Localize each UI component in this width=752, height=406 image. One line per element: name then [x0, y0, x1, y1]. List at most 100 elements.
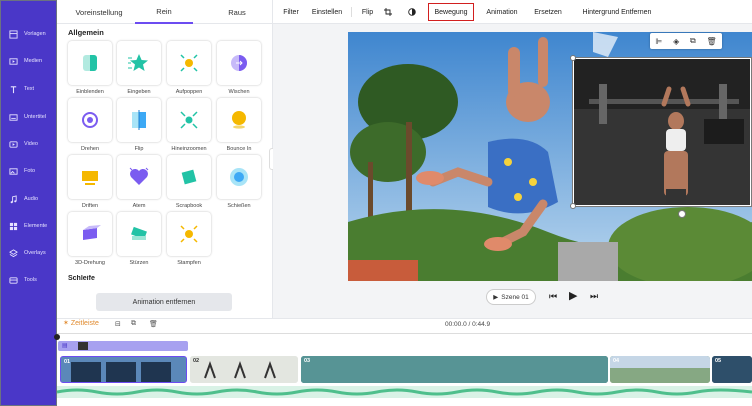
skip-back-icon[interactable]: ⏮ — [549, 291, 557, 302]
nav-item-audio[interactable]: Audio — [1, 189, 58, 209]
layer-thumb — [78, 342, 88, 350]
resize-handle[interactable] — [570, 203, 576, 209]
nav-item-video[interactable]: Video — [1, 134, 58, 154]
nav-item-templates[interactable]: Vorlagen — [1, 24, 58, 44]
nav-label: Vorlagen — [24, 31, 46, 37]
duplicate-icon[interactable]: ⧉ — [690, 36, 696, 46]
tab-out[interactable]: Raus — [207, 0, 267, 24]
clip-number: 02 — [193, 358, 200, 364]
animation-label: Eingeben — [127, 89, 151, 95]
pop-icon — [180, 54, 198, 72]
animation-wipe[interactable]: Wischen — [217, 41, 261, 95]
scene-selector[interactable]: ▶ Szene 01 — [486, 289, 536, 305]
tab-in[interactable]: Rein — [135, 0, 193, 24]
animation-shoot[interactable]: Schießen — [217, 155, 261, 209]
animation-breathe[interactable]: Atem — [117, 155, 161, 209]
nav-item-elements[interactable]: Elemente — [1, 216, 58, 236]
timeline-clip[interactable]: 05 — [712, 356, 752, 383]
3d-rotate-icon — [83, 225, 101, 240]
toolbar-motion[interactable]: Bewegung — [428, 3, 474, 21]
rotate-handle-icon[interactable] — [678, 210, 686, 218]
subtitles-icon — [9, 113, 18, 121]
overlay-image — [574, 59, 750, 205]
fade-icon — [83, 55, 97, 71]
photo-icon — [9, 167, 18, 175]
overlay-layer-track[interactable]: ▤ — [58, 341, 188, 351]
timeline-label: Zeitleiste — [70, 320, 99, 327]
audio-waveform — [56, 388, 752, 396]
nav-item-subtitles[interactable]: Untertitel — [1, 107, 58, 127]
remove-animation-button[interactable]: Animation entfernen — [96, 293, 232, 311]
panel-tabs: Voreinstellung Rein Raus — [57, 0, 273, 24]
heart-icon — [129, 167, 149, 185]
delete-icon[interactable]: 🗑 — [706, 37, 716, 46]
timeline-clip[interactable]: 04 — [610, 356, 710, 383]
animation-type-in[interactable]: Eingeben — [117, 41, 161, 95]
contrast-icon[interactable] — [407, 0, 417, 24]
animation-rotate[interactable]: Drehen — [68, 98, 112, 152]
toolbar-flip[interactable]: Flip — [360, 0, 375, 24]
animation-zoom-in[interactable]: Hineinzoomen — [167, 98, 211, 152]
layers-icon[interactable]: ◈ — [673, 37, 679, 46]
animation-pop-up[interactable]: Aufpoppen — [167, 41, 211, 95]
play-button-icon[interactable]: ▶ — [569, 289, 577, 302]
audio-track[interactable] — [56, 386, 752, 398]
nav-label: Overlays — [24, 250, 46, 256]
bounce-icon — [232, 111, 246, 129]
animation-3d-rotate[interactable]: 3D-Drehung — [68, 212, 112, 266]
trash-icon[interactable]: 🗑 — [149, 320, 158, 328]
animation-drift[interactable]: Driften — [68, 155, 112, 209]
playhead[interactable] — [54, 334, 60, 340]
clip-number: 03 — [304, 358, 311, 364]
layer-icon: ▤ — [62, 343, 68, 349]
copy-icon[interactable]: ⧉ — [131, 320, 136, 328]
section-title: Allgemein — [68, 28, 104, 37]
timeline-clip[interactable]: 01 — [60, 356, 187, 383]
toolbar-animation[interactable]: Animation — [484, 0, 520, 24]
nav-label: Text — [24, 86, 35, 92]
media-icon — [9, 57, 18, 65]
templates-icon — [9, 29, 18, 39]
overlay-clip[interactable] — [572, 57, 752, 207]
animation-flip[interactable]: Flip — [117, 98, 161, 152]
animation-label: Scrapbook — [175, 203, 203, 209]
skip-forward-icon[interactable]: ⏭ — [590, 291, 598, 302]
timeline-clip[interactable]: 02 — [190, 356, 298, 383]
nav-item-text[interactable]: Text — [1, 79, 58, 99]
flip-icon — [132, 110, 146, 130]
align-icon[interactable]: ⊫ — [655, 37, 662, 46]
toolbar-adjust[interactable]: Einstellen — [311, 0, 343, 24]
animation-fade-in[interactable]: Einblenden — [68, 41, 112, 95]
nav-item-overlays[interactable]: Overlays — [1, 243, 58, 263]
elements-icon — [9, 222, 18, 230]
toolbar-remove-background[interactable]: Hintergrund Entfernen — [579, 0, 655, 24]
animation-label: Hineinzoomen — [171, 146, 207, 152]
wipe-icon — [231, 55, 247, 71]
nav-item-tools[interactable]: Tools — [1, 270, 58, 290]
animation-bounce-in[interactable]: Bounce In — [217, 98, 261, 152]
resize-handle[interactable] — [570, 55, 576, 61]
clip-thumbnail — [610, 356, 710, 383]
animation-tumble[interactable]: Stürzen — [117, 212, 161, 266]
clip-thumbnail — [61, 357, 186, 382]
timeline-clip[interactable]: 03 — [301, 356, 608, 383]
timeline-toggle[interactable]: ✶ Zeitleiste — [63, 319, 99, 327]
split-icon[interactable]: ⊟ — [115, 320, 121, 328]
nav-label: Untertitel — [24, 114, 47, 120]
nav-item-photo[interactable]: Foto — [1, 161, 58, 181]
tab-presets[interactable]: Voreinstellung — [63, 0, 135, 24]
edit-toolbar: Filter Einstellen Flip Bewegung Animatio… — [273, 0, 752, 24]
left-nav: Vorlagen Medien Text Untertitel Video Fo… — [0, 0, 57, 406]
crop-icon[interactable] — [383, 0, 393, 24]
toolbar-replace[interactable]: Ersetzen — [534, 0, 562, 24]
animation-stamp[interactable]: Stampfen — [167, 212, 211, 266]
zoom-in-icon — [180, 111, 198, 129]
animation-scrapbook[interactable]: Scrapbook — [167, 155, 211, 209]
toolbar-filter[interactable]: Filter — [281, 0, 301, 24]
play-icon: ▶ — [493, 294, 499, 301]
nav-item-media[interactable]: Medien — [1, 51, 58, 71]
scene-label: Szene 01 — [501, 293, 529, 301]
animation-label: Driften — [81, 203, 99, 209]
clip-number: 01 — [64, 359, 71, 365]
tools-icon — [9, 276, 18, 284]
